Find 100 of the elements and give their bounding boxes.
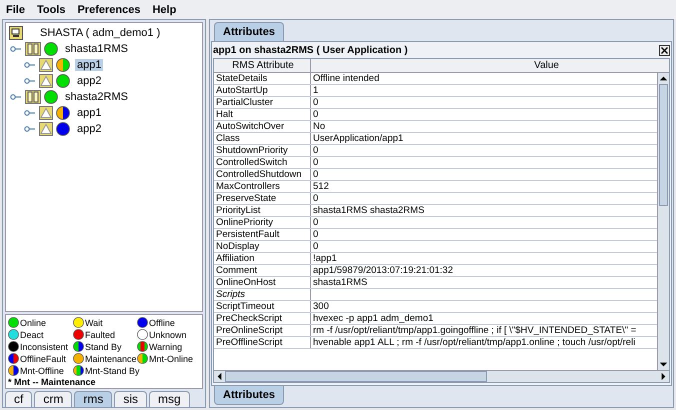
- table-cell: StateDetails: [214, 73, 311, 84]
- table-cell: Affiliation: [214, 253, 311, 264]
- server-icon: [25, 42, 41, 56]
- menu-item[interactable]: Tools: [36, 4, 66, 16]
- expand-handle-icon[interactable]: [24, 125, 36, 133]
- legend-label: Offline: [149, 318, 175, 328]
- status-icon: [73, 353, 84, 364]
- status-icon: [137, 341, 148, 352]
- status-icon: [8, 365, 19, 376]
- status-icon: [137, 329, 148, 340]
- tree-item[interactable]: shasta1RMS: [63, 43, 130, 55]
- table-cell-text: 1: [312, 85, 320, 96]
- table-cell: ControlledSwitch: [214, 157, 311, 168]
- table-cell-text: UserApplication/app1: [312, 133, 404, 144]
- vertical-scrollbar[interactable]: [657, 73, 669, 370]
- legend-label: Online: [20, 318, 46, 328]
- application-icon: [39, 106, 53, 120]
- status-icon: [137, 317, 148, 328]
- legend-label: Wait: [85, 318, 103, 328]
- expand-handle-icon[interactable]: [24, 109, 36, 117]
- table-cell: Halt: [214, 109, 311, 120]
- table-cell: ShutdownPriority: [214, 145, 311, 156]
- cluster-icon: [9, 26, 23, 40]
- table-cell-text: 0: [312, 193, 320, 204]
- section-label: Scripts: [214, 289, 311, 300]
- legend-label: Maintenance: [85, 354, 137, 364]
- tree-item[interactable]: app1: [75, 59, 104, 71]
- table-cell-text: 0: [312, 229, 320, 240]
- status-icon: [73, 341, 84, 352]
- table-cell: ControlledShutdown: [214, 169, 311, 180]
- table-cell: AutoSwitchOver: [214, 121, 311, 132]
- table-cell: ScriptTimeout: [214, 301, 311, 312]
- table-cell: AutoStartUp: [214, 85, 311, 96]
- table-cell-text: 0: [312, 217, 320, 228]
- table-cell-text: No: [312, 121, 326, 132]
- legend-label: Inconsistent: [20, 342, 68, 352]
- legend-label: Unknown: [149, 330, 187, 340]
- table-cell-text: shasta1RMS shasta2RMS: [312, 205, 426, 216]
- status-icon: [73, 365, 84, 376]
- tree-item[interactable]: app1: [75, 107, 104, 119]
- table-cell-text: hvenable app1 ALL ; rm -f /usr/opt/reliant/tmp/app1.online ; touch /usr/opt/reli: [312, 337, 636, 348]
- table-cell-text: hvexec -p app1 adm_demo1: [312, 313, 434, 324]
- status-icon: [8, 353, 19, 364]
- legend-label: Faulted: [85, 330, 116, 340]
- table-cell: Class: [214, 133, 311, 144]
- expand-handle-icon[interactable]: [10, 45, 22, 53]
- status-icon: [73, 329, 84, 340]
- menu-item[interactable]: File: [6, 4, 25, 16]
- table-cell: OnlinePriority: [214, 217, 311, 228]
- menu-item[interactable]: Preferences: [77, 4, 140, 16]
- application-icon: [39, 74, 53, 88]
- tab[interactable]: sis: [114, 391, 148, 407]
- server-icon: [25, 90, 41, 104]
- panel-title: app1 on shasta2RMS ( User Application ): [213, 44, 408, 56]
- tree-item[interactable]: app2: [75, 123, 104, 135]
- table-cell: PreCheckScript: [214, 313, 311, 324]
- legend-label: Warning: [149, 342, 182, 352]
- table-cell-text: 300: [312, 301, 330, 312]
- expand-handle-icon[interactable]: [10, 93, 22, 101]
- close-icon[interactable]: [659, 44, 670, 56]
- column-header[interactable]: RMS Attribute: [214, 59, 311, 72]
- legend-note: * Mnt -- Maintenance: [8, 377, 97, 387]
- application-icon: [39, 122, 53, 136]
- legend-label: Stand By: [85, 342, 122, 352]
- column-header[interactable]: Value: [311, 59, 669, 72]
- legend-label: Mnt-Online: [149, 354, 194, 364]
- tab[interactable]: Attributes: [214, 386, 284, 405]
- status-icon: [8, 329, 19, 340]
- expand-handle-icon[interactable]: [24, 61, 36, 69]
- menu-item[interactable]: Help: [152, 4, 176, 16]
- table-cell-text: 0: [312, 241, 320, 252]
- status-icon: [137, 353, 148, 364]
- tree-item[interactable]: shasta2RMS: [63, 91, 130, 103]
- table-cell-text: rm -f /usr/opt/reliant/tmp/app1.goingoffline ; if [ \"$HV_INTENDED_STATE\" =: [312, 325, 638, 336]
- status-icon: [8, 317, 19, 328]
- table-cell-text: shasta1RMS: [312, 277, 368, 288]
- table-cell-text: app1/59879/2013:07:19:21:01:32: [312, 265, 454, 276]
- table-cell: PartialCluster: [214, 97, 311, 108]
- tab[interactable]: Attributes: [214, 22, 284, 41]
- legend-label: Deact: [20, 330, 44, 340]
- table-cell: OnlineOnHost: [214, 277, 311, 288]
- table-cell: NoDisplay: [214, 241, 311, 252]
- tab[interactable]: cf: [5, 391, 32, 407]
- table-cell-text: 0: [312, 145, 320, 156]
- table-cell: PreserveState: [214, 193, 311, 204]
- status-icon: [73, 317, 84, 328]
- table-cell-text: 0: [312, 97, 320, 108]
- table-cell-text: 0: [312, 109, 320, 120]
- horizontal-scrollbar[interactable]: [214, 370, 669, 382]
- table-cell: PreOfflineScript: [214, 337, 311, 348]
- tree-item[interactable]: SHASTA ( adm_demo1 ): [38, 27, 162, 39]
- table-cell-text: 512: [312, 181, 330, 192]
- tab[interactable]: crm: [34, 391, 72, 407]
- tree-item[interactable]: app2: [75, 75, 104, 87]
- table-cell-text: !app1: [312, 253, 338, 264]
- table-cell: PersistentFault: [214, 229, 311, 240]
- tab[interactable]: rms: [74, 391, 112, 407]
- expand-handle-icon[interactable]: [24, 77, 36, 85]
- tab[interactable]: msg: [149, 391, 190, 407]
- table-cell-text: 0: [312, 157, 320, 168]
